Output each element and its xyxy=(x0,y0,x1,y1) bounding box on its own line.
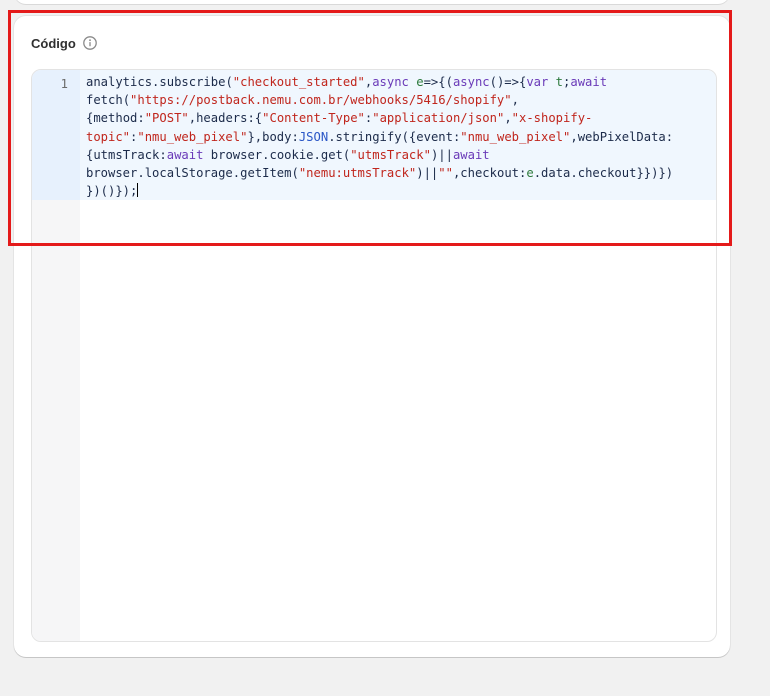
highlight-annotation-box xyxy=(8,10,732,246)
previous-card-bottom xyxy=(14,0,730,4)
